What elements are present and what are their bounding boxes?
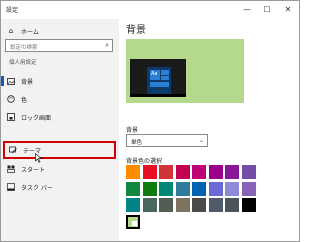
sidebar-item-label: ロック画面	[21, 114, 52, 122]
sidebar-item-color[interactable]: 色	[1, 91, 119, 107]
sidebar-item-background[interactable]: 背景	[1, 73, 119, 89]
selected-indicator	[1, 76, 4, 86]
sidebar-item-label: スタート	[21, 166, 46, 174]
preview-sample-text: Aa	[151, 71, 158, 77]
color-swatch[interactable]	[142, 181, 157, 196]
lock-screen-icon	[6, 112, 16, 122]
palette-icon	[6, 94, 16, 104]
color-swatch[interactable]	[159, 165, 173, 179]
color-swatch[interactable]	[241, 181, 256, 196]
dropdown-value: 単色	[131, 139, 143, 146]
start-icon	[6, 164, 16, 174]
sidebar-item-label: 色	[21, 96, 28, 104]
color-swatch[interactable]	[241, 165, 256, 179]
color-swatch[interactable]	[208, 165, 223, 179]
image-icon	[6, 76, 16, 86]
color-swatch-grid	[126, 165, 258, 242]
color-swatch[interactable]	[192, 198, 206, 212]
color-swatch[interactable]	[192, 181, 206, 196]
preview-tile	[161, 70, 169, 75]
maximize-button[interactable]: ☐	[257, 1, 277, 17]
settings-window: 設定 — ☐ ✕ ⌂ ホーム 設定の検索 ⌕ 個人用設定 背景 色 ロック画面 …	[0, 0, 300, 242]
color-swatch[interactable]	[175, 165, 190, 179]
sidebar-item-label: 背景	[21, 78, 34, 86]
color-swatch[interactable]	[159, 198, 173, 212]
color-swatch[interactable]	[175, 198, 190, 212]
window-title: 設定	[6, 7, 19, 14]
color-swatch[interactable]	[225, 165, 239, 179]
preview-desktop: Aa	[130, 59, 186, 97]
color-swatch[interactable]	[192, 165, 206, 179]
nav-home-label: ホーム	[21, 28, 39, 36]
sidebar-item-start[interactable]: スタート	[1, 161, 119, 177]
color-swatch[interactable]	[126, 214, 140, 229]
search-icon: ⌕	[105, 41, 109, 49]
color-swatch[interactable]	[159, 181, 173, 196]
background-preview: Aa	[126, 39, 244, 103]
background-type-dropdown[interactable]: 単色 ⌄	[126, 134, 208, 147]
page-title: 背景	[126, 25, 146, 36]
color-swatch[interactable]	[225, 198, 239, 212]
close-button[interactable]: ✕	[278, 1, 298, 17]
color-swatch[interactable]	[225, 181, 239, 196]
sidebar-item-lock-screen[interactable]: ロック画面	[1, 109, 119, 125]
sidebar: ⌂ ホーム 設定の検索 ⌕ 個人用設定 背景 色 ロック画面 テーマ スタート …	[1, 19, 119, 241]
sidebar-item-label: タスク バー	[21, 184, 53, 192]
color-swatch[interactable]	[126, 198, 140, 212]
sidebar-item-theme[interactable]: テーマ	[3, 141, 116, 159]
section-label: 個人用設定	[9, 60, 37, 66]
color-swatch[interactable]	[208, 181, 223, 196]
title-bar: 設定 — ☐ ✕	[1, 1, 299, 19]
search-placeholder: 設定の検索	[10, 44, 38, 51]
sidebar-item-taskbar[interactable]: タスク バー	[1, 179, 119, 195]
color-swatch[interactable]	[142, 165, 157, 179]
color-swatch[interactable]	[241, 198, 256, 212]
background-label: 背景	[126, 127, 139, 134]
minimize-button[interactable]: —	[237, 1, 257, 17]
color-swatch[interactable]	[142, 198, 157, 212]
preview-taskbar	[130, 94, 186, 97]
home-icon: ⌂	[8, 27, 14, 35]
nav-home[interactable]: ⌂ ホーム	[1, 23, 119, 39]
color-swatch[interactable]	[208, 198, 223, 212]
taskbar-icon	[6, 182, 16, 192]
main-content: 背景 Aa 背景 単色 ⌄ 背景色の選択	[119, 19, 299, 241]
chevron-down-icon: ⌄	[198, 136, 204, 144]
preview-tile	[161, 76, 169, 80]
search-input[interactable]: 設定の検索 ⌕	[5, 39, 113, 52]
color-swatch[interactable]	[126, 181, 140, 196]
color-swatch[interactable]	[126, 165, 140, 179]
color-picker-label: 背景色の選択	[126, 158, 163, 165]
preview-tile	[150, 82, 169, 87]
color-swatch[interactable]	[175, 181, 190, 196]
theme-icon	[8, 145, 18, 155]
